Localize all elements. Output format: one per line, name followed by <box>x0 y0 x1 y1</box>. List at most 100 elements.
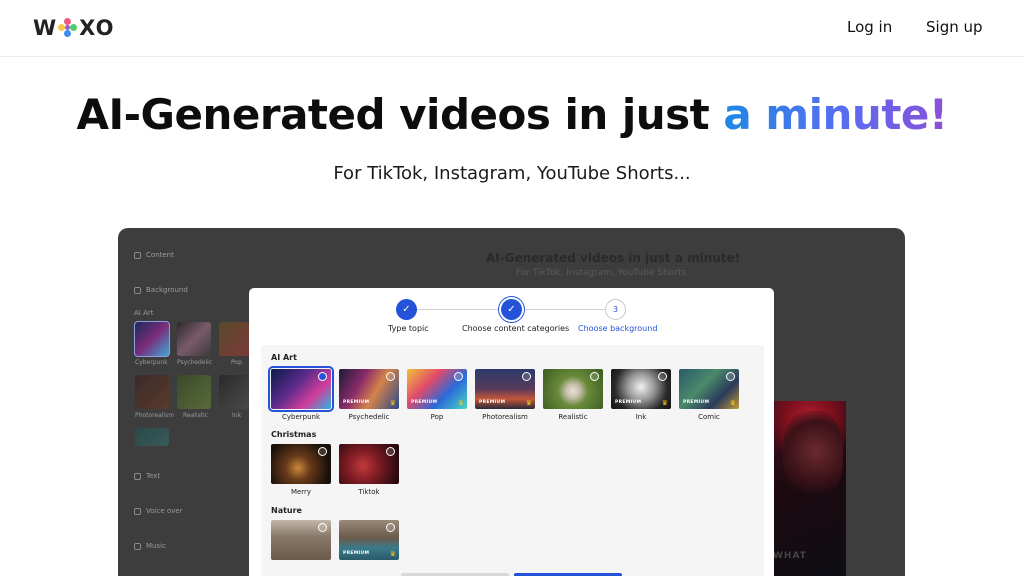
radio-icon[interactable] <box>386 447 395 456</box>
card-psychedelic[interactable]: PREMIUM ♛ Psychedelic <box>339 369 399 421</box>
background-icon <box>134 286 141 294</box>
preview-overlay-text: WHAT <box>773 551 807 561</box>
background-options-panel: AI Art Cyberpunk PREMIUM ♛ Psychedelic PR… <box>261 345 764 576</box>
flower-logo-icon <box>58 18 78 38</box>
step-3-indicator[interactable]: 3 <box>605 299 626 320</box>
sidebar-label: Music <box>146 542 166 550</box>
premium-badge: PREMIUM <box>683 400 710 405</box>
card-image <box>543 369 603 409</box>
card-pop[interactable]: PREMIUM ♛ Pop <box>407 369 467 421</box>
card-image: PREMIUM ♛ <box>407 369 467 409</box>
premium-badge: PREMIUM <box>411 400 438 405</box>
stepper: ✓ ✓ 3 Type topic Choose content categori… <box>249 288 774 342</box>
bg-thumb-label: Photorealism <box>135 412 175 419</box>
card-label: Cyberpunk <box>281 413 321 421</box>
preview-art <box>783 411 843 501</box>
crown-icon: ♛ <box>389 550 396 558</box>
crown-icon: ♛ <box>729 399 736 407</box>
step-connector <box>417 309 501 310</box>
bg-thumb <box>219 322 249 356</box>
sidebar-label: Voice over <box>146 507 183 515</box>
crown-icon: ♛ <box>661 399 668 407</box>
sidebar-label: Content <box>146 251 174 259</box>
content-icon <box>134 251 141 259</box>
login-link[interactable]: Log in <box>847 18 892 36</box>
card-nature-2[interactable]: PREMIUM ♛ <box>339 520 399 560</box>
card-cyberpunk[interactable]: Cyberpunk <box>268 366 334 421</box>
step-2-label: Choose content categories <box>462 324 570 333</box>
card-image: PREMIUM ♛ <box>611 369 671 409</box>
radio-icon[interactable] <box>658 372 667 381</box>
bg-thumb <box>134 321 170 357</box>
radio-icon[interactable] <box>386 372 395 381</box>
bg-thumb-label: Ink <box>232 412 242 419</box>
radio-icon[interactable] <box>522 372 531 381</box>
logo-text-left: W <box>33 16 58 40</box>
card-image <box>271 444 331 484</box>
bg-thumb <box>177 322 211 356</box>
card-merry[interactable]: Merry <box>271 444 331 496</box>
step-connector <box>521 309 605 310</box>
radio-icon[interactable] <box>318 447 327 456</box>
demo-bg-subtitle: For TikTok, Instagram, YouTube Shorts <box>516 268 687 278</box>
card-image <box>339 444 399 484</box>
site-header: W XO Log in Sign up <box>0 0 1024 57</box>
premium-badge: PREMIUM <box>343 551 370 556</box>
step-1-check-icon[interactable]: ✓ <box>396 299 417 320</box>
radio-icon[interactable] <box>726 372 735 381</box>
card-comic[interactable]: PREMIUM ♛ Comic <box>679 369 739 421</box>
sidebar-item-voice-over: Voice over <box>134 507 182 515</box>
radio-icon[interactable] <box>454 372 463 381</box>
hero-title: AI-Generated videos in just a minute! <box>0 90 1024 139</box>
logo-text-right: XO <box>79 16 115 40</box>
radio-icon[interactable] <box>318 372 327 381</box>
bg-thumb-label: Pop <box>231 359 242 366</box>
sidebar-item-background: Background <box>134 286 188 294</box>
card-realistic[interactable]: Realistic <box>543 369 603 421</box>
crown-icon: ♛ <box>525 399 532 407</box>
card-image: PREMIUM ♛ <box>339 520 399 560</box>
hero-subtitle: For TikTok, Instagram, YouTube Shorts... <box>333 163 691 184</box>
demo-sidebar: Content Background AI Art Cyberpunk Psyc… <box>118 228 268 576</box>
woxo-logo[interactable]: W XO <box>33 15 114 41</box>
sidebar-label: Background <box>146 286 188 294</box>
crown-icon: ♛ <box>457 399 464 407</box>
radio-icon[interactable] <box>386 523 395 532</box>
sidebar-label: Text <box>146 472 161 480</box>
sidebar-ai-art: AI Art <box>134 309 154 317</box>
demo-screenshot: Content Background AI Art Cyberpunk Psyc… <box>118 228 905 576</box>
premium-badge: PREMIUM <box>343 400 370 405</box>
card-tiktok[interactable]: Tiktok <box>339 444 399 496</box>
step-1-label: Type topic <box>388 324 429 333</box>
section-title-christmas: Christmas <box>271 430 317 439</box>
card-nature-1[interactable] <box>271 520 331 560</box>
bg-thumb <box>135 428 169 446</box>
card-ink[interactable]: PREMIUM ♛ Ink <box>611 369 671 421</box>
card-label: Merry <box>290 488 312 496</box>
video-preview: WHAT <box>773 401 846 576</box>
radio-icon[interactable] <box>590 372 599 381</box>
music-icon <box>134 542 141 550</box>
bg-thumb <box>219 375 249 409</box>
sidebar-label: AI Art <box>134 309 154 317</box>
card-image: PREMIUM ♛ <box>679 369 739 409</box>
radio-icon[interactable] <box>318 523 327 532</box>
premium-badge: PREMIUM <box>615 400 642 405</box>
step-2-check-icon[interactable]: ✓ <box>501 299 522 320</box>
card-label: Photorealism <box>482 413 528 421</box>
card-image <box>268 366 334 412</box>
bg-thumb <box>135 375 169 409</box>
card-photorealism[interactable]: PREMIUM ♛ Photorealism <box>475 369 535 421</box>
card-image <box>271 520 331 560</box>
hero-title-main: AI-Generated videos in just <box>76 90 724 139</box>
sidebar-item-content: Content <box>134 251 174 259</box>
section-title-nature: Nature <box>271 506 302 515</box>
premium-badge: PREMIUM <box>479 400 506 405</box>
text-icon <box>134 472 141 480</box>
card-label: Psychedelic <box>348 413 390 421</box>
bg-thumb-label: Psychedelic <box>177 359 213 366</box>
signup-link[interactable]: Sign up <box>926 18 983 36</box>
sidebar-item-text: Text <box>134 472 160 480</box>
section-title-ai-art: AI Art <box>271 353 297 362</box>
demo-bg-title: AI-Generated videos in just a minute! <box>486 251 741 265</box>
